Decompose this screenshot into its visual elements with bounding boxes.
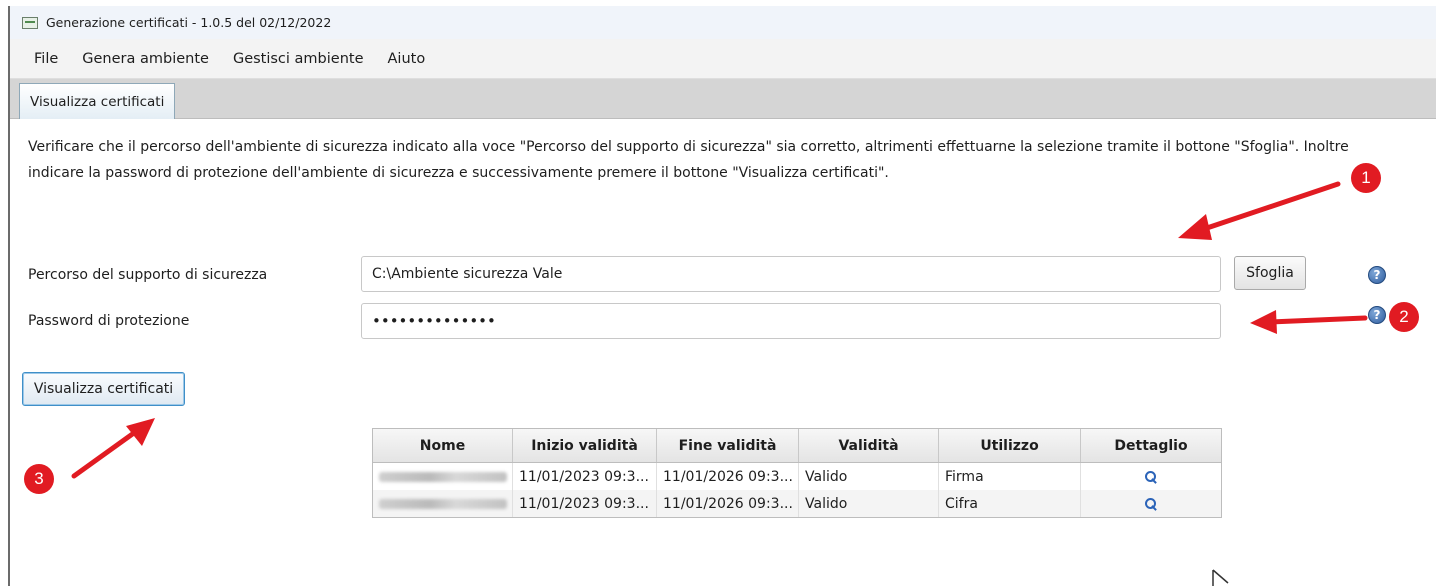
- annotation-badge-2: 2: [1389, 302, 1419, 332]
- annotation-arrow-3: [71, 427, 141, 479]
- annotation-arrows: [71, 181, 1368, 586]
- annotation-arrowhead-1: [1178, 214, 1212, 240]
- annotation-badge-1: 1: [1351, 163, 1381, 193]
- annotation-badge-3: 3: [24, 464, 54, 494]
- annotation-arrow-1: [1192, 181, 1341, 235]
- mouse-cursor-icon: [1212, 569, 1229, 586]
- annotation-arrow-2: [1267, 315, 1368, 325]
- annotation-arrowhead-2: [1250, 310, 1277, 334]
- annotation-arrowhead-3: [126, 418, 155, 446]
